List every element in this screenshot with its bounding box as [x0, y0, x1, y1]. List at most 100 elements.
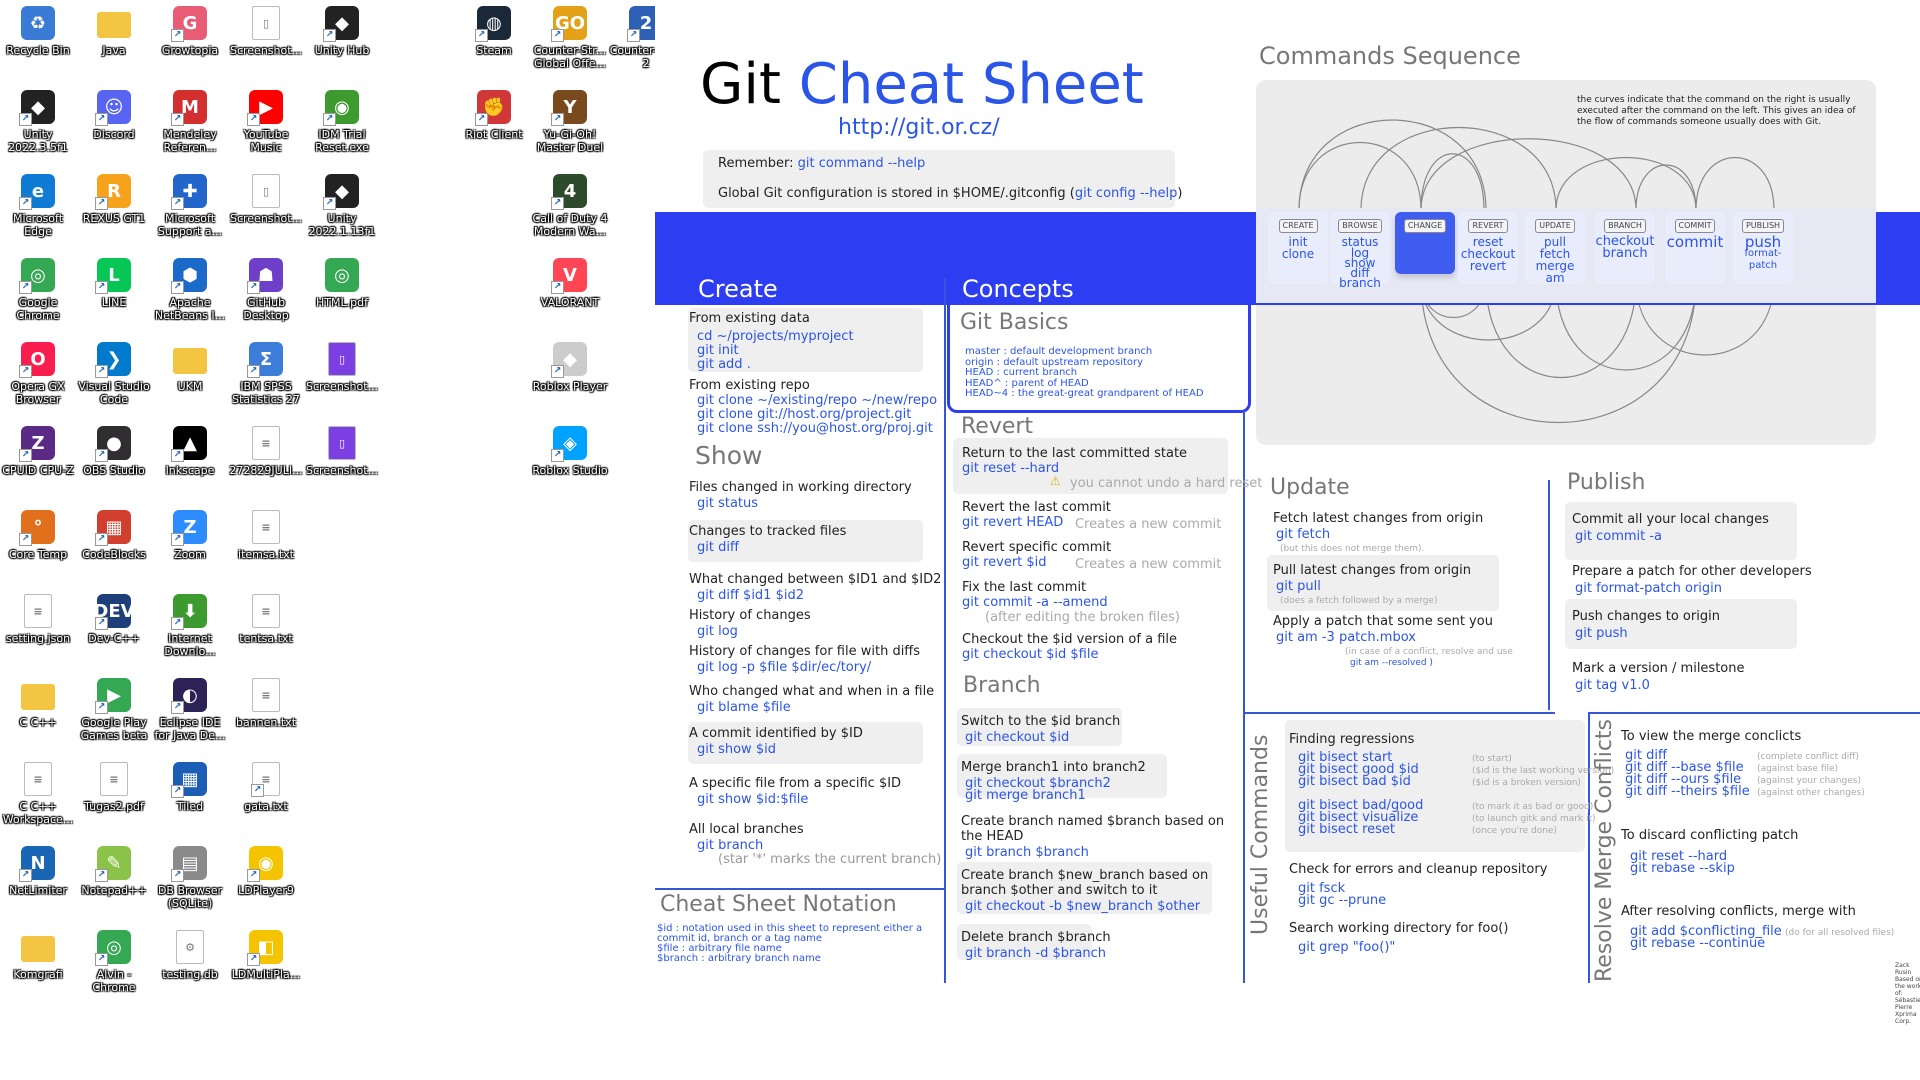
desktop-icon[interactable]: ▯ Screenshot... — [304, 342, 380, 393]
desktop-icon[interactable]: ≡ setting.json — [0, 594, 76, 645]
resolve-view-note: (against other changes) — [1757, 788, 1865, 798]
csgo-icon: GO ↗ — [551, 6, 587, 42]
desktop-icon[interactable]: ◆ ↗ Unity 2022.1.13f1 — [304, 174, 380, 238]
desktop-icon-label: Screenshot... — [305, 464, 379, 477]
desktop-icon[interactable]: C C++ — [0, 678, 76, 729]
shortcut-arrow-icon: ↗ — [19, 449, 32, 462]
shortcut-arrow-icon: ↗ — [171, 449, 184, 462]
desktop-icon[interactable]: L ↗ LINE — [76, 258, 152, 309]
desktop-icon-label: Internet Downlo... — [164, 632, 216, 658]
desktop-icon[interactable]: e ↗ Microsoft Edge — [0, 174, 76, 238]
desktop-icon[interactable]: ✎ ↗ Notepad++ — [76, 846, 152, 897]
desktop-icon-label: Roblox Player — [532, 380, 608, 393]
resolve-discard-cmd: git rebase --skip — [1630, 861, 1735, 876]
desktop-icon[interactable]: ☗ ↗ GitHub Desktop — [228, 258, 304, 322]
desktop-icon[interactable]: ◧ ↗ LDMultiPla... — [228, 930, 304, 981]
obs-icon: ● ↗ — [95, 426, 131, 462]
desktop-icon[interactable]: Z ↗ CPUID CPU-Z — [0, 426, 76, 477]
desktop-icon[interactable]: ⬇ ↗ Internet Downlo... — [152, 594, 228, 658]
unity-icon: ◆ ↗ — [19, 90, 55, 126]
desktop-icon[interactable]: ≡ 272829JULI... — [228, 426, 304, 477]
desktop-icon[interactable]: ≡ itemsa.txt — [228, 510, 304, 561]
desktop-icon[interactable]: ◆ ↗ Roblox Player — [532, 342, 608, 393]
desktop-icon[interactable]: Komgrafi — [0, 930, 76, 981]
desktop-icon[interactable]: ▶ ↗ YouTube Music — [228, 90, 304, 154]
desktop-icon[interactable]: N ↗ NetLimiter — [0, 846, 76, 897]
desktop-icon[interactable]: O ↗ Opera GX Browser — [0, 342, 76, 406]
desktop-icon[interactable]: Σ ↗ IBM SPSS Statistics 27 — [228, 342, 304, 406]
desktop-icon[interactable]: ◎ HTML.pdf — [304, 258, 380, 309]
sequence-node-tag: CREATE — [1278, 219, 1318, 233]
desktop-icon[interactable]: ° ↗ Core Temp — [0, 510, 76, 561]
desktop-icon[interactable]: ▤ ↗ DB Browser (SQLite) — [152, 846, 228, 910]
chrome-icon: ◎ ↗ — [95, 930, 131, 966]
desktop-icon[interactable]: ▦ ↗ CodeBlocks — [76, 510, 152, 561]
desktop-icon[interactable]: ◍ ↗ Steam — [456, 6, 532, 57]
desktop-icon[interactable]: ◉ ↗ IDM Trial Reset.exe — [304, 90, 380, 154]
desktop-icon[interactable]: ◆ ↗ Unity 2022.3.5f1 — [0, 90, 76, 154]
desktop-icon[interactable]: ≡ C C++ Workspace... — [0, 762, 76, 826]
update-item-cmd: git am -3 patch.mbox — [1276, 630, 1416, 645]
desktop-icon-label: Screenshot... — [229, 44, 303, 57]
desktop-icon[interactable]: M ↗ Mendeley Referen... — [152, 90, 228, 154]
sequence-node-tag: REVERT — [1468, 219, 1508, 233]
git-basics-line: HEAD^ : parent of HEAD — [965, 377, 1089, 389]
desktop-icon[interactable]: ❯ ↗ Visual Studio Code — [76, 342, 152, 406]
desktop-icon[interactable]: DEV ↗ Dev-C++ — [76, 594, 152, 645]
desktop-icon[interactable]: ♻ Recycle Bin — [0, 6, 76, 57]
desktop-icon-label: Dev-C++ — [88, 632, 140, 645]
desktop-icon[interactable]: ≡ bannen.txt — [228, 678, 304, 729]
revert-item-note: (after editing the broken files) — [985, 610, 1180, 625]
desktop-icon[interactable]: ▦ ↗ Tiled — [152, 762, 228, 813]
desktop-icon[interactable]: ● ↗ OBS Studio — [76, 426, 152, 477]
resolve-after-note: (do for all resolved files) — [1785, 928, 1895, 938]
shortcut-arrow-icon: ↗ — [171, 197, 184, 210]
desktop-icon[interactable]: ◎ ↗ Google Chrome — [0, 258, 76, 322]
desktop-icon[interactable]: 4 ↗ Call of Duty 4 Modern Wa... — [532, 174, 608, 238]
desktop-icon[interactable]: ▯ Screenshot... — [228, 6, 304, 57]
desktop-icon[interactable]: ⚙ testing.db — [152, 930, 228, 981]
desktop-icon-label: Steam — [476, 44, 512, 57]
desktop-icon-label: Tiled — [176, 800, 204, 813]
desktop-icon[interactable]: G ↗ Growtopia — [152, 6, 228, 57]
desktop-icon[interactable]: ≡ Tugas2.pdf — [76, 762, 152, 813]
desktop-icon[interactable]: GO ↗ Counter-Str... Global Offe... — [532, 6, 608, 70]
desktop-icon[interactable]: ✚ ↗ Microsoft Support a... — [152, 174, 228, 238]
desktop-icon[interactable]: UKM — [152, 342, 228, 393]
tiled-icon: ▦ ↗ — [171, 762, 207, 798]
desktop-icon[interactable]: Java — [76, 6, 152, 57]
title-cheat-sheet: Cheat Sheet — [798, 52, 1144, 117]
show-item-cmd: git diff — [697, 540, 739, 555]
desktop-icon[interactable]: ◈ ↗ Roblox Studio — [532, 426, 608, 477]
useful-title: Useful Commands — [1248, 734, 1273, 935]
desktop-icon[interactable]: ▲ ↗ Inkscape — [152, 426, 228, 477]
desktop-icon[interactable]: ▶ ↗ Google Play Games beta — [76, 678, 152, 742]
desktop-icon[interactable]: ◉ ↗ LDPlayer9 — [228, 846, 304, 897]
desktop-icon-label: UKM — [177, 380, 203, 393]
resolve-view-cmd: git diff --theirs $file — [1625, 784, 1750, 799]
desktop-icon[interactable]: R ↗ REXUS GT1 — [76, 174, 152, 225]
desktop-icon[interactable]: ◎ ↗ Alvin - Chrome — [76, 930, 152, 994]
desktop-icon-label: DB Browser (SQLite) — [157, 884, 223, 910]
desktop-icon-label: bannen.txt — [235, 716, 297, 729]
desktop-icon[interactable]: V ↗ VALORANT — [532, 258, 608, 309]
desktop-icon[interactable]: ◐ ↗ Eclipse IDE for Java De... — [152, 678, 228, 742]
desktop-icon[interactable]: Z ↗ Zoom — [152, 510, 228, 561]
desktop-icon[interactable]: ▯ Screenshot... — [304, 426, 380, 477]
desktop-icon[interactable]: ⬢ ↗ Apache NetBeans I... — [152, 258, 228, 322]
sequence-node-tag: COMMIT — [1674, 219, 1716, 233]
desktop-icon[interactable]: ≡ tentsa.txt — [228, 594, 304, 645]
search-label: Search working directory for foo() — [1289, 921, 1509, 936]
database-file-icon: ⚙ — [176, 930, 204, 964]
desktop-icon[interactable]: ☺ ↗ Discord — [76, 90, 152, 141]
cpuz-icon: Z ↗ — [19, 426, 55, 462]
desktop-icon[interactable]: ▯ Screenshot... — [228, 174, 304, 225]
desktop-icon-label: REXUS GT1 — [82, 212, 146, 225]
desktop-icon[interactable]: ◆ ↗ Unity Hub — [304, 6, 380, 57]
desktop-icon[interactable]: Y ↗ Yu-Gi-Oh! Master Duel — [532, 90, 608, 154]
show-item-label: History of changes — [689, 608, 811, 623]
desktop-icon[interactable]: ≡ ↗ gata.txt — [228, 762, 304, 813]
shortcut-arrow-icon: ↗ — [251, 784, 264, 797]
resolve-discard: To discard conflicting patch — [1621, 828, 1799, 843]
desktop-icon[interactable]: ✊ ↗ Riot Client — [456, 90, 532, 141]
